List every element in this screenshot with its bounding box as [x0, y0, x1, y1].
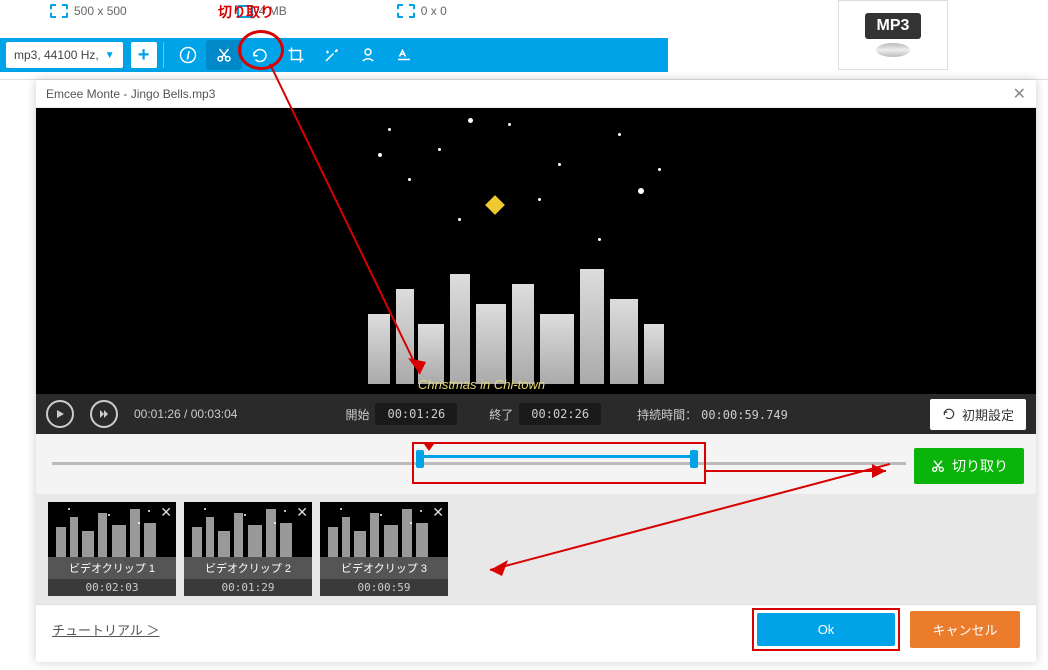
dialog-title: Emcee Monte - Jingo Bells.mp3 — [46, 87, 215, 101]
preview-caption: Christmas in Chi-town — [418, 377, 545, 392]
info-button[interactable]: i — [170, 40, 206, 70]
cut-annotation-label: 切り取り — [218, 2, 274, 22]
clip-duration: 00:00:59 — [320, 579, 448, 596]
svg-text:i: i — [186, 50, 189, 62]
clip-duration: 00:02:03 — [48, 579, 176, 596]
rotate-button[interactable] — [242, 40, 278, 70]
duration-display: 持続時間：00:00:59.749 — [637, 406, 788, 423]
cut-button[interactable]: 切り取り — [914, 448, 1024, 484]
cut-dialog: Emcee Monte - Jingo Bells.mp3 ✕ — [36, 80, 1036, 662]
video-preview[interactable]: Christmas in Chi-town — [36, 108, 1036, 394]
clip-remove-button[interactable]: ✕ — [432, 504, 444, 521]
clip-item[interactable]: ✕ ビデオクリップ 2 00:01:29 — [184, 502, 312, 596]
cancel-button[interactable]: キャンセル — [910, 611, 1020, 648]
time-display: 00:01:26 / 00:03:04 — [134, 407, 237, 421]
ok-annotation-frame: Ok — [752, 608, 900, 651]
bracket-icon — [50, 4, 68, 18]
format-text: mp3, 44100 Hz, — [14, 48, 99, 62]
cut-tool-button[interactable] — [206, 40, 242, 70]
clip-duration: 00:01:29 — [184, 579, 312, 596]
output-dim-display: 0 x 0 — [397, 4, 447, 18]
clip-name: ビデオクリップ 3 — [320, 557, 448, 579]
bracket-icon — [397, 4, 415, 18]
refresh-icon — [942, 407, 956, 421]
selection-annotation-frame — [412, 442, 706, 484]
mp3-label: MP3 — [865, 13, 922, 39]
crop-button[interactable] — [278, 40, 314, 70]
clips-list: ✕ ビデオクリップ 1 00:02:03 ✕ ビデオクリップ 2 00:01:2… — [36, 494, 1036, 604]
player-controls: 00:01:26 / 00:03:04 開始 00:01:26 終了 00:02… — [36, 394, 1036, 434]
effects-button[interactable] — [314, 40, 350, 70]
timeline[interactable]: 切り取り — [36, 434, 1036, 494]
clip-name: ビデオクリップ 1 — [48, 557, 176, 579]
ok-button[interactable]: Ok — [757, 613, 895, 646]
clip-remove-button[interactable]: ✕ — [160, 504, 172, 521]
output-dim-text: 0 x 0 — [421, 4, 447, 18]
clip-name: ビデオクリップ 2 — [184, 557, 312, 579]
play-button[interactable] — [46, 400, 74, 428]
tutorial-link[interactable]: チュートリアル ＞ — [52, 620, 159, 639]
mp3-format-badge[interactable]: MP3 — [838, 0, 948, 70]
start-label: 開始 — [345, 406, 369, 423]
watermark-button[interactable] — [350, 40, 386, 70]
chevron-down-icon: ▼ — [105, 50, 115, 61]
dimensions-display: 500 x 500 — [50, 4, 127, 18]
reset-button[interactable]: 初期設定 — [930, 399, 1026, 430]
format-selector[interactable]: mp3, 44100 Hz, ▼ — [6, 42, 123, 68]
add-button[interactable]: + — [131, 42, 157, 68]
main-toolbar: mp3, 44100 Hz, ▼ + i — [0, 38, 668, 72]
close-button[interactable]: ✕ — [1013, 84, 1026, 104]
disc-icon — [876, 43, 910, 57]
clip-remove-button[interactable]: ✕ — [296, 504, 308, 521]
step-button[interactable] — [90, 400, 118, 428]
end-label: 終了 — [489, 406, 513, 423]
subtitle-button[interactable] — [386, 40, 422, 70]
dimensions-text: 500 x 500 — [74, 4, 127, 18]
clip-item[interactable]: ✕ ビデオクリップ 1 00:02:03 — [48, 502, 176, 596]
end-time-input[interactable]: 00:02:26 — [519, 403, 601, 425]
star-decor — [485, 195, 505, 215]
start-time-input[interactable]: 00:01:26 — [375, 403, 457, 425]
scissors-icon — [930, 458, 946, 474]
clip-item[interactable]: ✕ ビデオクリップ 3 00:00:59 — [320, 502, 448, 596]
